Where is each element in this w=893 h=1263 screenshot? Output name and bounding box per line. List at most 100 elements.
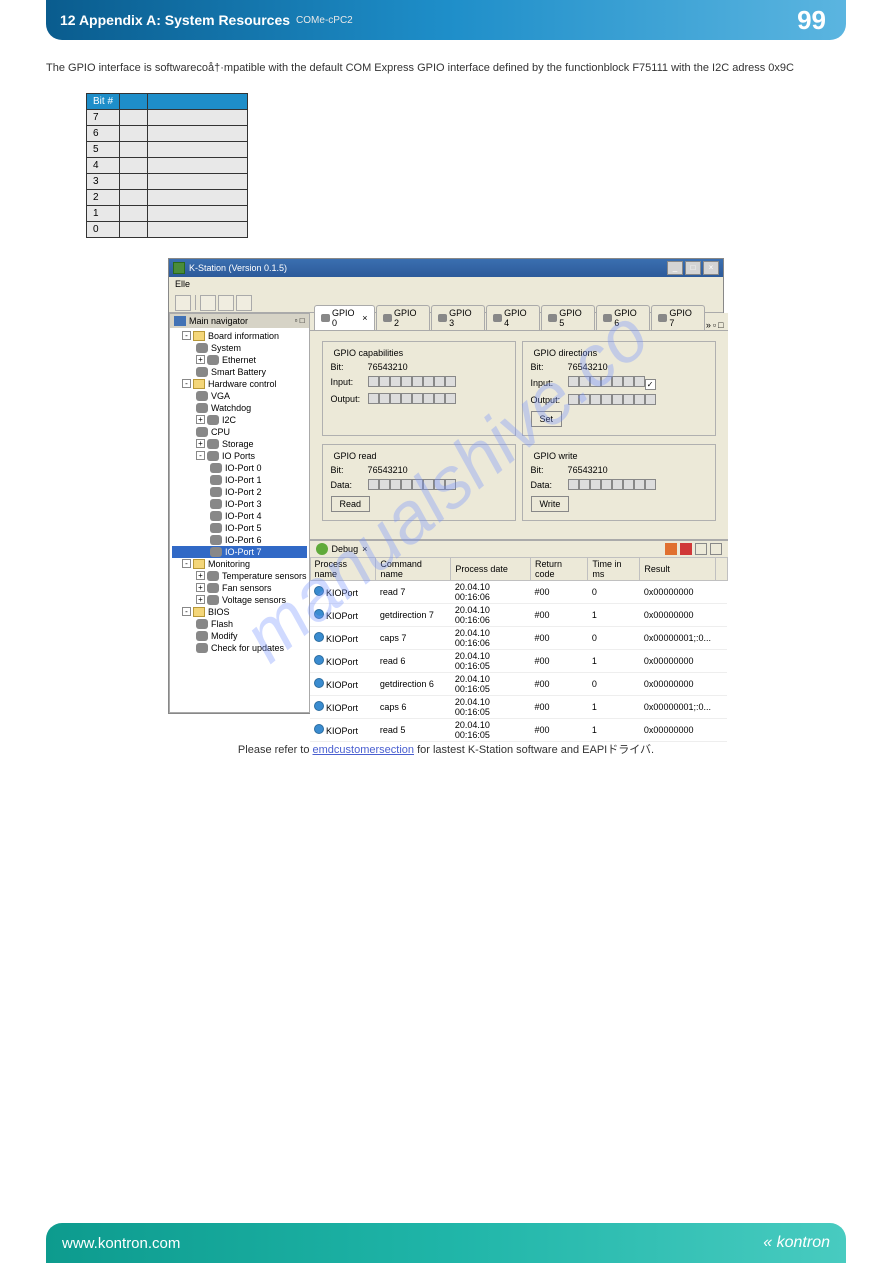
debug-row[interactable]: KIOPortgetdirection 620.04.10 00:16:05#0… bbox=[310, 672, 727, 695]
checkbox[interactable] bbox=[368, 393, 379, 404]
checkbox[interactable] bbox=[412, 376, 423, 387]
tree-item-cpu[interactable]: CPU bbox=[172, 426, 307, 438]
expand-icon[interactable]: - bbox=[182, 331, 191, 340]
checkbox[interactable] bbox=[634, 376, 645, 387]
tab-gpio-7[interactable]: GPIO 7 bbox=[651, 305, 705, 330]
checkbox[interactable] bbox=[434, 393, 445, 404]
emd-link[interactable]: emdcustomersection bbox=[313, 744, 415, 756]
checkbox[interactable] bbox=[612, 394, 623, 405]
tree-item-modify[interactable]: Modify bbox=[172, 630, 307, 642]
checkbox[interactable] bbox=[590, 376, 601, 387]
tree-item-flash[interactable]: Flash bbox=[172, 618, 307, 630]
checkbox[interactable] bbox=[368, 376, 379, 387]
checkbox[interactable] bbox=[601, 394, 612, 405]
checkbox[interactable] bbox=[645, 394, 656, 405]
tree-item-io-port-2[interactable]: IO-Port 2 bbox=[172, 486, 307, 498]
set-button[interactable]: Set bbox=[531, 411, 563, 427]
checkbox[interactable] bbox=[568, 479, 579, 490]
read-button[interactable]: Read bbox=[331, 496, 371, 512]
checkbox[interactable] bbox=[434, 376, 445, 387]
tree-item-io-port-6[interactable]: IO-Port 6 bbox=[172, 534, 307, 546]
checkbox[interactable] bbox=[601, 376, 612, 387]
tree-item-ethernet[interactable]: +Ethernet bbox=[172, 354, 307, 366]
tree-item-monitoring[interactable]: -Monitoring bbox=[172, 558, 307, 570]
tree-item-io-port-1[interactable]: IO-Port 1 bbox=[172, 474, 307, 486]
tree-item-io-port-4[interactable]: IO-Port 4 bbox=[172, 510, 307, 522]
expand-icon[interactable]: + bbox=[196, 571, 205, 580]
expand-icon[interactable]: + bbox=[196, 595, 205, 604]
checkbox[interactable] bbox=[634, 394, 645, 405]
write-button[interactable]: Write bbox=[531, 496, 570, 512]
tab-gpio-5[interactable]: GPIO 5 bbox=[541, 305, 595, 330]
checkbox[interactable] bbox=[434, 479, 445, 490]
debug-header[interactable]: Process name bbox=[310, 557, 376, 580]
checkbox[interactable] bbox=[445, 376, 456, 387]
tabs-overflow-icon[interactable]: » bbox=[706, 320, 711, 330]
checkbox[interactable] bbox=[423, 393, 434, 404]
tab-gpio-6[interactable]: GPIO 6 bbox=[596, 305, 650, 330]
checkbox[interactable] bbox=[590, 479, 601, 490]
checkbox[interactable] bbox=[579, 479, 590, 490]
checkbox[interactable] bbox=[612, 479, 623, 490]
panel-controls[interactable]: ▫ □ bbox=[295, 316, 305, 325]
checkbox[interactable] bbox=[401, 479, 412, 490]
checkbox[interactable] bbox=[579, 394, 590, 405]
debug-header[interactable]: Command name bbox=[376, 557, 451, 580]
checkbox[interactable] bbox=[412, 393, 423, 404]
checkbox[interactable] bbox=[423, 479, 434, 490]
tree-item-board-information[interactable]: -Board information bbox=[172, 330, 307, 342]
debug-clear-icon[interactable] bbox=[680, 543, 692, 555]
debug-close-tab[interactable]: × bbox=[362, 544, 367, 554]
checkbox[interactable] bbox=[645, 479, 656, 490]
checkbox[interactable] bbox=[390, 393, 401, 404]
tree-item-hardware-control[interactable]: -Hardware control bbox=[172, 378, 307, 390]
checkbox[interactable] bbox=[379, 376, 390, 387]
checkbox[interactable] bbox=[401, 393, 412, 404]
debug-row[interactable]: KIOPortread 620.04.10 00:16:05#0010x0000… bbox=[310, 649, 727, 672]
checkbox[interactable] bbox=[390, 376, 401, 387]
tree-item-vga[interactable]: VGA bbox=[172, 390, 307, 402]
tree-item-storage[interactable]: +Storage bbox=[172, 438, 307, 450]
tree-view[interactable]: -Board informationSystem+EthernetSmart B… bbox=[170, 328, 309, 712]
close-button[interactable]: × bbox=[703, 261, 719, 275]
expand-icon[interactable]: + bbox=[196, 415, 205, 424]
tree-item-fan-sensors[interactable]: +Fan sensors bbox=[172, 582, 307, 594]
checkbox[interactable] bbox=[568, 394, 579, 405]
tabs-max-icon[interactable]: □ bbox=[718, 320, 723, 330]
expand-icon[interactable]: + bbox=[196, 439, 205, 448]
checkbox[interactable] bbox=[368, 479, 379, 490]
checkbox[interactable] bbox=[623, 376, 634, 387]
tree-item-io-port-0[interactable]: IO-Port 0 bbox=[172, 462, 307, 474]
menu-file[interactable]: Elle bbox=[175, 279, 190, 289]
debug-row[interactable]: KIOPortcaps 720.04.10 00:16:06#0000x0000… bbox=[310, 626, 727, 649]
debug-header[interactable]: Return code bbox=[530, 557, 587, 580]
checkbox[interactable] bbox=[645, 379, 656, 390]
tree-item-smart-battery[interactable]: Smart Battery bbox=[172, 366, 307, 378]
tab-gpio-2[interactable]: GPIO 2 bbox=[376, 305, 430, 330]
toolbar-btn-1[interactable] bbox=[175, 295, 191, 311]
debug-row[interactable]: KIOPortread 720.04.10 00:16:06#0000x0000… bbox=[310, 580, 727, 603]
debug-header[interactable]: Process date bbox=[451, 557, 531, 580]
debug-stop-icon[interactable] bbox=[665, 543, 677, 555]
tree-item-io-ports[interactable]: -IO Ports bbox=[172, 450, 307, 462]
checkbox[interactable] bbox=[412, 479, 423, 490]
debug-row[interactable]: KIOPortcaps 620.04.10 00:16:05#0010x0000… bbox=[310, 695, 727, 718]
checkbox[interactable] bbox=[379, 479, 390, 490]
checkbox[interactable] bbox=[401, 376, 412, 387]
tab-gpio-0[interactable]: GPIO 0 × bbox=[314, 305, 375, 330]
tree-item-i2c[interactable]: +I2C bbox=[172, 414, 307, 426]
tree-item-check-for-updates[interactable]: Check for updates bbox=[172, 642, 307, 654]
tab-close-icon[interactable]: × bbox=[362, 313, 367, 323]
checkbox[interactable] bbox=[445, 479, 456, 490]
debug-row[interactable]: KIOPortread 520.04.10 00:16:05#0010x0000… bbox=[310, 718, 727, 741]
tree-item-voltage-sensors[interactable]: +Voltage sensors bbox=[172, 594, 307, 606]
expand-icon[interactable]: + bbox=[196, 355, 205, 364]
checkbox[interactable] bbox=[634, 479, 645, 490]
tree-item-bios[interactable]: -BIOS bbox=[172, 606, 307, 618]
tree-item-watchdog[interactable]: Watchdog bbox=[172, 402, 307, 414]
debug-header[interactable]: Result bbox=[640, 557, 715, 580]
checkbox[interactable] bbox=[623, 479, 634, 490]
expand-icon[interactable]: - bbox=[182, 559, 191, 568]
tabs-min-icon[interactable]: ▫ bbox=[713, 320, 716, 330]
tree-item-system[interactable]: System bbox=[172, 342, 307, 354]
